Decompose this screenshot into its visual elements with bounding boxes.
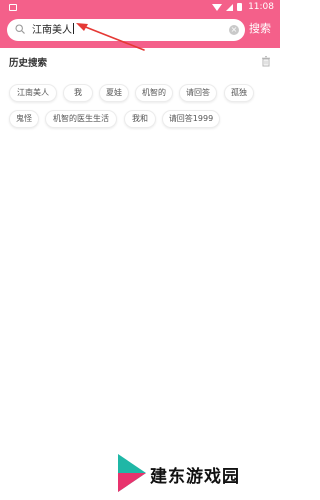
- search-icon: [15, 24, 25, 34]
- status-bar: 11:08: [0, 0, 280, 16]
- annotation-arrow: [76, 23, 145, 51]
- trash-icon[interactable]: [261, 56, 271, 67]
- history-chip[interactable]: 机智的医生生活: [45, 110, 117, 128]
- wifi-icon: [212, 3, 223, 11]
- history-chip[interactable]: 我和: [124, 110, 156, 128]
- search-query: 江南美人: [32, 23, 74, 38]
- history-chip[interactable]: 请回答1999: [162, 110, 220, 128]
- history-chip[interactable]: 请回答: [179, 84, 217, 102]
- history-chip[interactable]: 鬼怪: [9, 110, 39, 128]
- search-query-text: 江南美人: [32, 25, 72, 36]
- watermark-logo-icon: [118, 454, 146, 492]
- status-right: 11:08: [212, 2, 274, 12]
- history-chip[interactable]: 江南美人: [9, 84, 57, 102]
- search-button[interactable]: 搜索: [249, 22, 271, 36]
- history-title: 历史搜索: [9, 58, 48, 69]
- watermark-text: 建东游戏园: [150, 467, 240, 487]
- battery-icon: [237, 3, 243, 11]
- status-time: 11:08: [248, 2, 274, 12]
- history-chip[interactable]: 孤独: [224, 84, 254, 102]
- notification-icon: [9, 4, 17, 11]
- clear-icon[interactable]: ×: [229, 25, 239, 35]
- history-chip[interactable]: 夏娃: [99, 84, 129, 102]
- signal-icon: [226, 3, 234, 11]
- watermark: 建东游戏园: [112, 450, 272, 496]
- history-chip[interactable]: 我: [63, 84, 93, 102]
- history-chip[interactable]: 机智的: [135, 84, 173, 102]
